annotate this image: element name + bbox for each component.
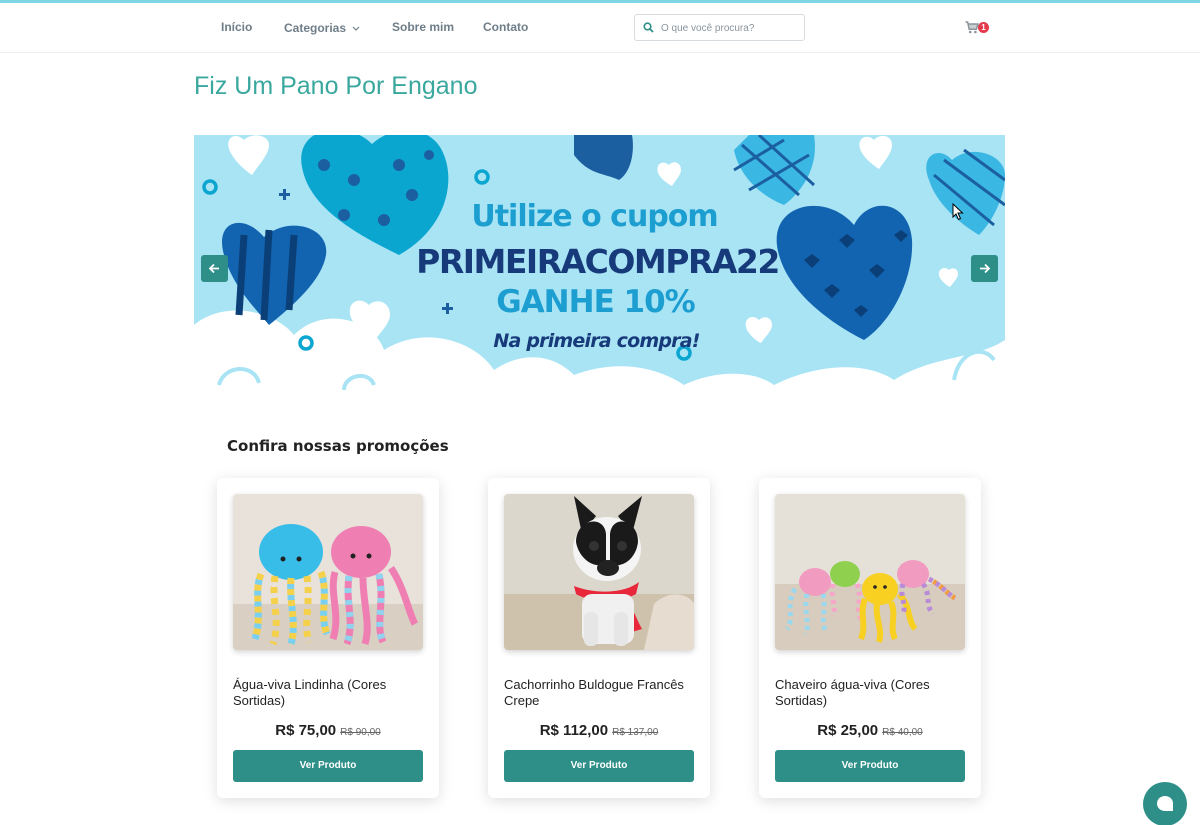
carousel-next-button[interactable] [971, 255, 998, 282]
ver-produto-button[interactable]: Ver Produto [233, 750, 423, 782]
nav-contato[interactable]: Contato [483, 20, 528, 34]
chat-button[interactable] [1143, 782, 1187, 825]
chevron-down-icon [352, 20, 360, 34]
chat-icon [1157, 796, 1173, 811]
search-box [634, 14, 805, 41]
search-input[interactable] [661, 19, 801, 37]
banner-discount: GANHE 10% [496, 284, 696, 320]
price-row: R$ 25,00 R$ 40,00 [759, 722, 981, 740]
navbar: Início Categorias Sobre mim Contato 1 [0, 3, 1200, 53]
product-price: R$ 75,00 [275, 722, 337, 739]
product-price: R$ 25,00 [817, 722, 879, 739]
product-old-price: R$ 137,00 [612, 727, 659, 738]
product-image[interactable] [233, 494, 423, 650]
nav-categorias[interactable]: Categorias [284, 20, 360, 35]
product-card: Água-viva Lindinha (Cores Sortidas) R$ 7… [217, 478, 439, 798]
ver-produto-button[interactable]: Ver Produto [504, 750, 694, 782]
product-name[interactable]: Água-viva Lindinha (Cores Sortidas) [233, 677, 428, 709]
product-card: Cachorrinho Buldogue Francês Crepe R$ 11… [488, 478, 710, 798]
product-name[interactable]: Cachorrinho Buldogue Francês Crepe [504, 677, 699, 709]
arrow-right-icon [980, 263, 991, 274]
product-card: Chaveiro água-viva (Cores Sortidas) R$ 2… [759, 478, 981, 798]
nav-inicio[interactable]: Início [221, 20, 252, 34]
product-name[interactable]: Chaveiro água-viva (Cores Sortidas) [775, 677, 970, 709]
search-icon [643, 22, 654, 33]
ver-produto-button[interactable]: Ver Produto [775, 750, 965, 782]
cart-count-badge: 1 [978, 22, 989, 33]
product-image[interactable] [504, 494, 694, 650]
arrow-left-icon [208, 263, 219, 274]
nav-categorias-label: Categorias [284, 21, 347, 35]
store-title: Fiz Um Pano Por Engano [194, 72, 478, 100]
banner-coupon-code: PRIMEIRACOMPRA22 [416, 242, 780, 281]
banner-line-1: Utilize o cupom [471, 199, 718, 234]
carousel-prev-button[interactable] [201, 255, 228, 282]
cart-button[interactable]: 1 [965, 20, 991, 36]
banner-line-4: Na primeira compra! [493, 330, 700, 352]
cart-icon [965, 21, 979, 34]
promotions-title: Confira nossas promoções [227, 437, 449, 455]
product-price: R$ 112,00 [539, 722, 609, 739]
promo-banner: Utilize o cupom PRIMEIRACOMPRA22 GANHE 1… [194, 135, 1005, 401]
product-old-price: R$ 40,00 [882, 727, 923, 738]
nav-sobre-mim[interactable]: Sobre mim [392, 20, 454, 34]
price-row: R$ 112,00 R$ 137,00 [488, 722, 710, 740]
product-image[interactable] [775, 494, 965, 650]
product-old-price: R$ 90,00 [340, 727, 381, 738]
price-row: R$ 75,00 R$ 90,00 [217, 722, 439, 740]
mouse-cursor-icon [952, 203, 964, 221]
